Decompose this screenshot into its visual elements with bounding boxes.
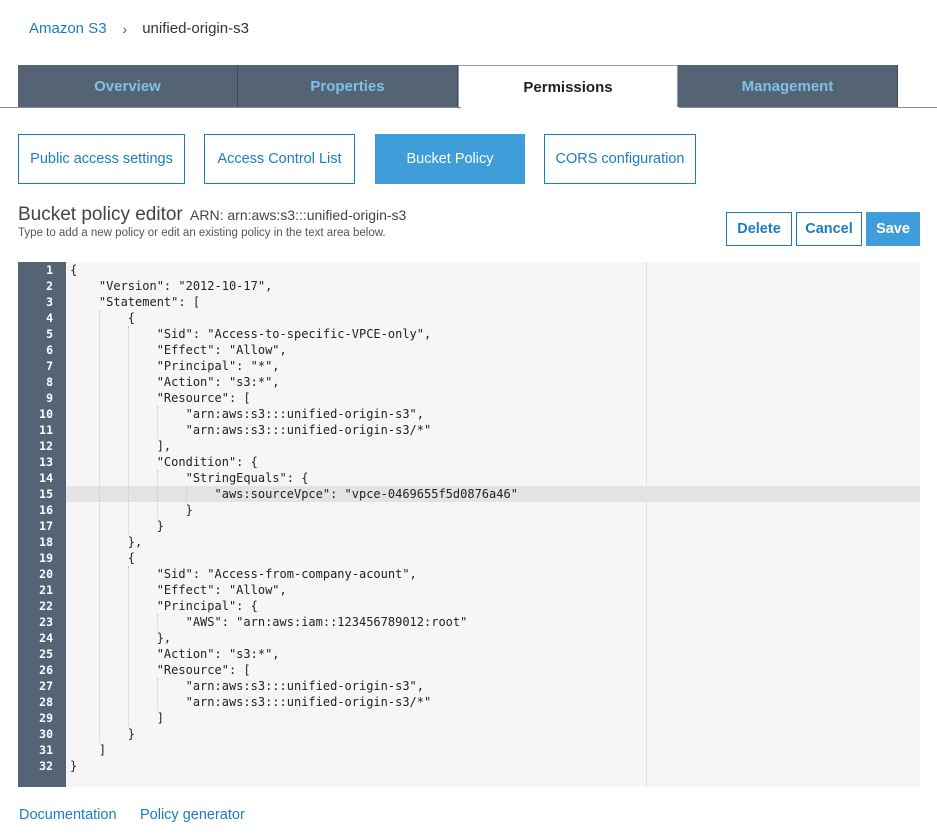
line-number: 6: [46, 343, 53, 357]
indent-guide: [157, 614, 158, 630]
cancel-button[interactable]: Cancel: [796, 212, 862, 246]
line-number: 26: [39, 663, 53, 677]
line-number: 30: [39, 727, 53, 741]
indent-guide: [128, 566, 129, 726]
line-number: 11: [39, 423, 53, 437]
code-line[interactable]: {: [70, 550, 135, 566]
line-number: 8: [46, 375, 53, 389]
code-line[interactable]: ]: [70, 742, 106, 758]
subtab-cors-configuration[interactable]: CORS configuration: [544, 134, 696, 184]
line-number: 23: [39, 615, 53, 629]
code-line[interactable]: "arn:aws:s3:::unified-origin-s3",: [70, 678, 424, 694]
line-number-gutter: 1 2 3 4 5 6 7 8 9 10 11 12 13 14 15 16 17 18 19 20 21 22 23 24 2…: [18, 262, 66, 787]
code-line[interactable]: "arn:aws:s3:::unified-origin-s3/*": [70, 422, 432, 438]
code-line[interactable]: }: [70, 726, 135, 742]
documentation-link[interactable]: Documentation: [19, 807, 117, 823]
code-line[interactable]: }: [70, 502, 193, 518]
editor-help-text: Type to add a new policy or edit an exis…: [18, 227, 386, 239]
line-number: 9: [46, 391, 53, 405]
tab-properties[interactable]: Properties: [238, 65, 458, 107]
line-number: 25: [39, 647, 53, 661]
main-tabs: Overview Properties Permissions Manageme…: [18, 65, 898, 109]
save-button[interactable]: Save: [866, 212, 920, 246]
editor-title-text: Bucket policy editor: [18, 204, 183, 225]
line-number: 32: [39, 759, 53, 773]
code-line[interactable]: "arn:aws:s3:::unified-origin-s3/*": [70, 694, 432, 710]
indent-guide: [128, 326, 129, 534]
tab-management[interactable]: Management: [678, 65, 898, 107]
line-number: 13: [39, 455, 53, 469]
policy-code-editor[interactable]: 1 2 3 4 5 6 7 8 9 10 11 12 13 14 15 16 17 18 19 20 21 22 23 24 2…: [18, 262, 920, 787]
bucket-arn: ARN: arn:aws:s3:::unified-origin-s3: [190, 207, 407, 223]
policy-generator-link[interactable]: Policy generator: [140, 807, 245, 823]
line-number: 21: [39, 583, 53, 597]
print-margin: [646, 262, 647, 787]
line-number: 12: [39, 439, 53, 453]
subtab-access-control-list[interactable]: Access Control List: [204, 134, 355, 184]
delete-button[interactable]: Delete: [726, 212, 792, 246]
code-line[interactable]: "Statement": [: [70, 294, 200, 310]
code-line[interactable]: "Action": "s3:*",: [70, 374, 280, 390]
page-title: Bucket policy editor ARN: arn:aws:s3:::u…: [18, 204, 406, 226]
tab-overview[interactable]: Overview: [18, 65, 238, 107]
line-number: 14: [39, 471, 53, 485]
line-number: 5: [46, 327, 53, 341]
line-number: 3: [46, 295, 53, 309]
line-number: 19: [39, 551, 53, 565]
code-line[interactable]: ],: [70, 438, 171, 454]
code-line[interactable]: {: [70, 310, 135, 326]
breadcrumb: Amazon S3 › unified-origin-s3: [29, 20, 249, 37]
code-line[interactable]: "Effect": "Allow",: [70, 342, 287, 358]
indent-guide: [157, 470, 158, 518]
code-line[interactable]: "Sid": "Access-from-company-acount",: [70, 566, 417, 582]
subtab-bucket-policy[interactable]: Bucket Policy: [375, 134, 525, 184]
line-number: 27: [39, 679, 53, 693]
chevron-right-icon: ›: [122, 20, 128, 37]
line-number: 29: [39, 711, 53, 725]
line-number: 17: [39, 519, 53, 533]
subtab-public-access-settings[interactable]: Public access settings: [18, 134, 185, 184]
tab-permissions[interactable]: Permissions: [458, 65, 678, 109]
code-line[interactable]: "Resource": [: [70, 390, 251, 406]
indent-guide: [157, 678, 158, 710]
line-number: 16: [39, 503, 53, 517]
code-line[interactable]: "Version": "2012-10-17",: [70, 278, 272, 294]
indent-guide: [99, 310, 100, 742]
line-number: 20: [39, 567, 53, 581]
code-line[interactable]: "aws:sourceVpce": "vpce-0469655f5d0876a4…: [70, 486, 517, 502]
code-line[interactable]: }: [70, 518, 164, 534]
code-line[interactable]: },: [70, 534, 142, 550]
line-number: 22: [39, 599, 53, 613]
line-number: 2: [46, 279, 53, 293]
line-number: 4: [46, 311, 53, 325]
indent-guide: [157, 406, 158, 438]
line-number: 7: [46, 359, 53, 373]
code-line[interactable]: "Action": "s3:*",: [70, 646, 280, 662]
line-number: 18: [39, 535, 53, 549]
breadcrumb-current: unified-origin-s3: [142, 20, 249, 37]
line-number: 10: [39, 407, 53, 421]
code-line[interactable]: }: [70, 758, 77, 774]
line-number: 31: [39, 743, 53, 757]
code-line[interactable]: "AWS": "arn:aws:iam::123456789012:root": [70, 614, 468, 630]
indent-guide: [186, 486, 187, 502]
line-number: 15: [39, 487, 53, 501]
line-number: 24: [39, 631, 53, 645]
code-line[interactable]: ]: [70, 710, 164, 726]
code-line[interactable]: {: [70, 262, 77, 278]
code-line[interactable]: },: [70, 630, 171, 646]
code-line[interactable]: "arn:aws:s3:::unified-origin-s3",: [70, 406, 424, 422]
code-line[interactable]: "Effect": "Allow",: [70, 582, 287, 598]
code-line[interactable]: "StringEquals": {: [70, 470, 309, 486]
code-line[interactable]: "Resource": [: [70, 662, 251, 678]
active-tab-gap: [461, 107, 679, 109]
code-line[interactable]: "Sid": "Access-to-specific-VPCE-only",: [70, 326, 432, 342]
breadcrumb-link-amazon-s3[interactable]: Amazon S3: [29, 20, 107, 37]
line-number: 1: [46, 263, 53, 277]
code-line[interactable]: "Principal": "*",: [70, 358, 280, 374]
line-number: 28: [39, 695, 53, 709]
